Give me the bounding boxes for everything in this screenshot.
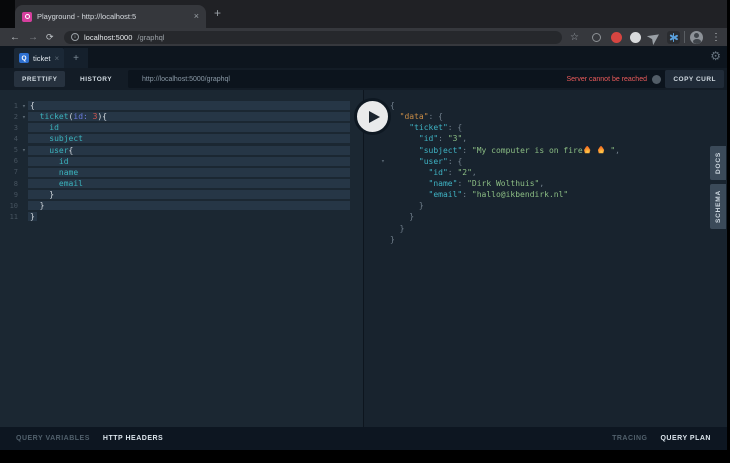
extension-icon-5[interactable] — [667, 28, 680, 46]
query-code-line: 4 subject — [0, 133, 363, 144]
browser-tab-strip: Playground - http://localhost:5 × + — [0, 0, 727, 28]
query-code-line: 1 ▾{ — [0, 100, 363, 111]
docs-tab-label: DOCS — [714, 152, 722, 174]
playground-toolbar: PRETTIFY HISTORY http://localhost:5000/g… — [0, 68, 727, 90]
query-code-line: 11} — [9, 212, 37, 222]
response-json-line: ▾ "ticket": { — [378, 122, 727, 133]
query-code-line: 9 } — [0, 189, 363, 200]
response-json-line: "subject": "My computer is on fire ", — [418, 145, 620, 155]
response-json-line: } — [390, 234, 395, 244]
forward-icon[interactable]: → — [28, 28, 38, 46]
response-json-line: "name": "Dirk Wolthuis", — [428, 179, 545, 189]
response-json-line: } — [390, 201, 424, 211]
schema-tab-label: SCHEMA — [714, 190, 722, 223]
query-code-line: 5 ▾ user{ — [0, 145, 363, 156]
playground-favicon — [22, 11, 32, 22]
extension-icon-1[interactable] — [592, 28, 601, 46]
response-json-line: "id": "3", — [418, 134, 468, 144]
fold-arrow-icon[interactable]: ▾ — [20, 113, 28, 121]
playground-header: Q ticket × + ⚙ — [0, 46, 727, 68]
query-code-line: 3 id — [0, 122, 363, 133]
server-status-text: Server cannot be reached — [566, 75, 647, 83]
main-content: 1 ▾{2 ▾ ticket(id: 3){3 id 4 subject 5 ▾ user… — [0, 90, 727, 427]
url-path: /graphql — [137, 32, 165, 42]
query-plan-tab[interactable]: QUERY PLAN — [660, 435, 711, 442]
browser-menu-icon[interactable]: ⋮ — [711, 28, 721, 46]
session-tab-ticket[interactable]: Q ticket × — [14, 48, 65, 68]
server-status: Server cannot be reached — [566, 70, 661, 88]
gear-icon[interactable]: ⚙ — [710, 49, 721, 63]
new-tab-button[interactable]: + — [214, 6, 221, 20]
extension-icon-4[interactable] — [646, 28, 660, 46]
browser-window: Playground - http://localhost:5 × + ← → … — [0, 0, 727, 450]
address-bar[interactable]: i localhost:5000/graphql — [64, 30, 562, 44]
response-pane: ▾{▾ "data": {▾ "ticket": { "id": "3", "s… — [364, 90, 727, 427]
response-json-line: ▾ "data": { — [378, 111, 727, 122]
back-icon[interactable]: ← — [10, 28, 20, 46]
query-code-line: 7 name — [0, 167, 363, 178]
extension-icon-3[interactable] — [630, 28, 641, 46]
docs-tab[interactable]: DOCS — [710, 146, 726, 180]
tracing-tab[interactable]: TRACING — [612, 435, 647, 442]
session-tab-label: ticket — [33, 53, 51, 63]
query-code-line: 10 } — [0, 200, 363, 211]
bottom-bar: QUERY VARIABLES HTTP HEADERS TRACING QUE… — [0, 427, 727, 450]
bookmark-star-icon[interactable]: ☆ — [570, 28, 579, 46]
execute-query-button[interactable] — [354, 98, 391, 135]
fire-emoji — [584, 145, 591, 154]
endpoint-url: http://localhost:5000/graphql — [142, 75, 230, 83]
play-icon — [368, 110, 380, 123]
window-corner — [0, 0, 15, 28]
fold-arrow-icon[interactable]: ▾ — [20, 146, 28, 154]
response-json-line: "id": "2", — [428, 167, 477, 177]
site-info-icon[interactable]: i — [71, 33, 79, 41]
fire-emoji — [597, 145, 605, 154]
query-variables-tab[interactable]: QUERY VARIABLES — [16, 435, 90, 442]
tab-close-icon[interactable]: × — [194, 12, 199, 21]
session-close-icon[interactable]: × — [55, 54, 60, 63]
response-json-line: ▾ "user": { — [378, 156, 727, 167]
extension-icon-2[interactable] — [611, 28, 622, 46]
browser-tab[interactable]: Playground - http://localhost:5 × — [15, 5, 206, 28]
response-json-line: } — [390, 223, 405, 233]
query-editor-pane[interactable]: 1 ▾{2 ▾ ticket(id: 3){3 id 4 subject 5 ▾ user… — [0, 90, 363, 427]
schema-tab[interactable]: SCHEMA — [710, 184, 726, 229]
url-host: localhost:5000 — [84, 32, 133, 42]
response-json-line: "email": "hallo@ikbendirk.nl" — [428, 190, 569, 200]
browser-toolbar: ← → ⟳ i localhost:5000/graphql ☆ ⋮ — [0, 28, 727, 46]
avatar[interactable] — [690, 30, 703, 44]
refresh-icon[interactable]: ⟳ — [46, 28, 54, 46]
response-json-line: } — [390, 212, 415, 222]
copy-curl-button[interactable]: COPY CURL — [665, 70, 724, 88]
endpoint-input[interactable]: http://localhost:5000/graphql Server can… — [128, 70, 666, 88]
browser-tab-title: Playground - http://localhost:5 — [37, 12, 137, 21]
history-button[interactable]: HISTORY — [80, 71, 112, 87]
query-badge: Q — [19, 53, 29, 63]
prettify-button[interactable]: PRETTIFY — [14, 71, 66, 87]
query-code-line: 8 email — [0, 178, 363, 189]
query-code-line: 2 ▾ ticket(id: 3){ — [0, 111, 363, 122]
server-status-dot-icon — [652, 74, 661, 84]
response-json-line: ▾{ — [378, 100, 727, 111]
add-session-tab-button[interactable]: + — [64, 48, 88, 68]
fold-arrow-icon[interactable]: ▾ — [20, 102, 28, 110]
http-headers-tab[interactable]: HTTP HEADERS — [103, 435, 163, 442]
fold-arrow-icon[interactable]: ▾ — [378, 157, 388, 165]
response-viewer: ▾{▾ "data": {▾ "ticket": { "id": "3", "s… — [364, 90, 727, 245]
query-editor[interactable]: 1 ▾{2 ▾ ticket(id: 3){3 id 4 subject 5 ▾ user… — [0, 90, 363, 223]
query-code-line: 6 id — [0, 156, 363, 167]
toolbar-separator — [684, 31, 685, 43]
